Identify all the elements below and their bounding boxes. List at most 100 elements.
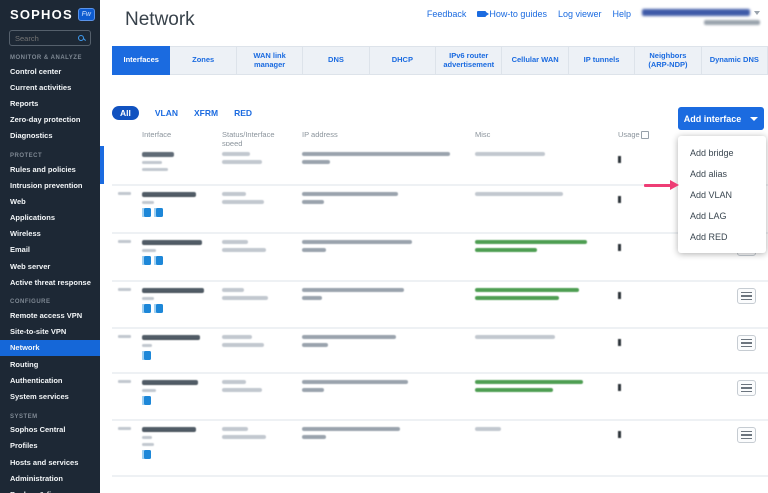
redacted-text xyxy=(142,201,154,204)
sidebar-item-sophos-central[interactable]: Sophos Central xyxy=(0,422,100,438)
redacted-link[interactable] xyxy=(142,380,198,385)
filter-all[interactable]: All xyxy=(112,106,139,120)
redacted-link[interactable] xyxy=(142,288,204,293)
user-menu[interactable] xyxy=(642,9,760,25)
sidebar-item-reports[interactable]: Reports xyxy=(0,95,100,111)
sidebar-item-administration[interactable]: Administration xyxy=(0,470,100,486)
redacted-link[interactable] xyxy=(142,240,202,245)
interfaces-table: Interface Status/Interface speed IP addr… xyxy=(112,120,768,477)
tab-dynamic-dns[interactable]: Dynamic DNS xyxy=(702,46,768,75)
sidebar-item-rules-and-policies[interactable]: Rules and policies xyxy=(0,161,100,177)
redacted-text xyxy=(302,427,400,431)
redacted-text xyxy=(222,152,250,156)
row-menu-button[interactable] xyxy=(737,335,756,351)
table-row[interactable] xyxy=(112,374,768,421)
usage-indicator xyxy=(618,292,621,299)
add-interface-button[interactable]: Add interface xyxy=(678,107,764,130)
page-title: Network xyxy=(125,9,195,31)
sidebar-item-authentication[interactable]: Authentication xyxy=(0,372,100,388)
menu-item-add-vlan[interactable]: Add VLAN xyxy=(678,184,766,205)
sidebar-item-control-center[interactable]: Control center xyxy=(0,63,100,79)
chevron-down-icon xyxy=(754,11,760,15)
sidebar-item-web[interactable]: Web xyxy=(0,193,100,209)
sidebar-item-site-to-site-vpn[interactable]: Site-to-site VPN xyxy=(0,324,100,340)
table-row[interactable] xyxy=(112,329,768,374)
sidebar-item-email[interactable]: Email xyxy=(0,242,100,258)
redacted-status-text xyxy=(475,248,537,252)
table-row[interactable] xyxy=(112,186,768,234)
sidebar-item-applications[interactable]: Applications xyxy=(0,210,100,226)
sidebar-item-zero-day-protection[interactable]: Zero-day protection xyxy=(0,112,100,128)
search-input[interactable] xyxy=(15,34,73,43)
sidebar-item-network[interactable]: Network xyxy=(0,340,100,356)
sidebar-item-remote-access-vpn[interactable]: Remote access VPN xyxy=(0,307,100,323)
log-viewer-link[interactable]: Log viewer xyxy=(558,9,602,19)
menu-item-add-lag[interactable]: Add LAG xyxy=(678,205,766,226)
filter-red[interactable]: RED xyxy=(234,108,252,118)
filter-vlan[interactable]: VLAN xyxy=(155,108,178,118)
usage-indicator xyxy=(618,244,621,251)
redacted-link[interactable] xyxy=(142,427,196,432)
menu-item-add-bridge[interactable]: Add bridge xyxy=(678,142,766,163)
tab-zones[interactable]: Zones xyxy=(170,46,236,75)
tab-dns[interactable]: DNS xyxy=(303,46,369,75)
table-row[interactable] xyxy=(112,282,768,329)
sophos-firewall-admin: SOPHOS Fw MONITOR & ANALYZE Control cent… xyxy=(0,0,768,493)
nav-section-monitor: MONITOR & ANALYZE xyxy=(10,55,100,61)
redacted-text xyxy=(222,343,264,347)
sidebar-item-wireless[interactable]: Wireless xyxy=(0,226,100,242)
sidebar-item-web-server[interactable]: Web server xyxy=(0,258,100,274)
table-row[interactable] xyxy=(112,421,768,477)
help-link[interactable]: Help xyxy=(612,9,631,19)
sidebar-item-system-services[interactable]: System services xyxy=(0,388,100,404)
redacted-text xyxy=(222,427,248,431)
redacted-text xyxy=(222,288,244,292)
interface-type-filters: All VLAN XFRM RED xyxy=(112,105,768,120)
top-links: Feedback How-to guides Log viewer Help xyxy=(427,9,760,25)
sidebar-item-current-activities[interactable]: Current activities xyxy=(0,79,100,95)
menu-item-add-red[interactable]: Add RED xyxy=(678,226,766,247)
filter-xfrm[interactable]: XFRM xyxy=(194,108,218,118)
sidebar-search[interactable] xyxy=(9,30,91,46)
logo: SOPHOS Fw xyxy=(0,0,100,22)
select-all-checkbox[interactable] xyxy=(641,131,649,139)
tab-ip-tunnels[interactable]: IP tunnels xyxy=(569,46,635,75)
redacted-link[interactable] xyxy=(142,335,200,340)
redacted-link[interactable] xyxy=(142,192,196,197)
feedback-link[interactable]: Feedback xyxy=(427,9,467,19)
nav-section-protect: PROTECT xyxy=(10,153,100,159)
connected-port-icon xyxy=(154,208,163,217)
search-icon[interactable] xyxy=(78,35,85,42)
tab-interfaces[interactable]: Interfaces xyxy=(112,46,170,75)
tab-wan-link-manager[interactable]: WAN link manager xyxy=(237,46,303,75)
sidebar-item-routing[interactable]: Routing xyxy=(0,356,100,372)
redacted-text xyxy=(142,436,152,439)
sidebar-item-intrusion-prevention[interactable]: Intrusion prevention xyxy=(0,177,100,193)
chevron-down-icon xyxy=(750,117,758,121)
redacted-text xyxy=(475,192,563,196)
sidebar-item-active-threat-response[interactable]: Active threat response xyxy=(0,274,100,290)
tab-neighbors-arp-ndp[interactable]: Neighbors (ARP-NDP) xyxy=(635,46,701,75)
col-ip-address: IP address xyxy=(302,130,472,146)
redacted-text xyxy=(475,152,545,156)
redacted-text xyxy=(222,380,246,384)
tab-bar: Interfaces Zones WAN link manager DNS DH… xyxy=(112,46,768,75)
redacted-status-text xyxy=(475,296,559,300)
redacted-text xyxy=(302,192,398,196)
tab-dhcp[interactable]: DHCP xyxy=(370,46,436,75)
redacted-text xyxy=(302,296,322,300)
row-menu-button[interactable] xyxy=(737,427,756,443)
how-to-guides-link[interactable]: How-to guides xyxy=(477,9,547,19)
sidebar-item-hosts-and-services[interactable]: Hosts and services xyxy=(0,454,100,470)
menu-item-add-alias[interactable]: Add alias xyxy=(678,163,766,184)
tab-cellular-wan[interactable]: Cellular WAN xyxy=(502,46,568,75)
redacted-text xyxy=(222,335,252,339)
sidebar-item-profiles[interactable]: Profiles xyxy=(0,438,100,454)
row-menu-button[interactable] xyxy=(737,380,756,396)
sidebar-item-backup-firmware[interactable]: Backup & firmware xyxy=(0,486,100,493)
sidebar-item-diagnostics[interactable]: Diagnostics xyxy=(0,128,100,144)
redacted-text xyxy=(222,296,268,300)
table-row[interactable] xyxy=(112,234,768,282)
tab-ipv6-router-advertisement[interactable]: IPv6 router advertisement xyxy=(436,46,502,75)
row-menu-button[interactable] xyxy=(737,288,756,304)
